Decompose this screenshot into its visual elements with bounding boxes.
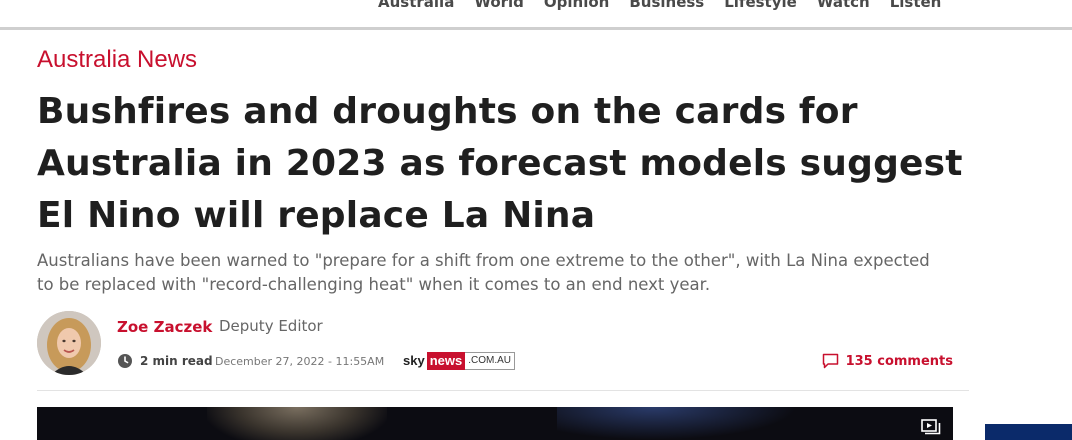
sky-news-logo: sky news .COM.AU — [401, 352, 515, 370]
video-playlist-icon[interactable] — [921, 419, 941, 435]
clock-icon — [118, 354, 132, 368]
logo-news: news — [426, 352, 466, 370]
nav-divider — [0, 27, 1072, 30]
nav-items: Australia World Opinion Business Lifesty… — [378, 0, 941, 11]
video-frame-shadow — [557, 407, 797, 440]
comments-count: 135 comments — [845, 353, 953, 369]
author-name[interactable]: Zoe Zaczek — [117, 318, 212, 336]
nav-item-lifestyle[interactable]: Lifestyle — [724, 0, 797, 11]
author-role: Deputy Editor — [219, 317, 323, 335]
top-navigation: Australia World Opinion Business Lifesty… — [0, 0, 1072, 27]
nav-item-australia[interactable]: Australia — [378, 0, 454, 11]
publish-date: December 27, 2022 - 11:55AM — [215, 355, 385, 368]
comment-icon — [822, 353, 838, 369]
nav-item-listen[interactable]: Listen — [890, 0, 942, 11]
nav-item-watch[interactable]: Watch — [817, 0, 870, 11]
author-avatar[interactable] — [37, 311, 101, 375]
nav-item-business[interactable]: Business — [629, 0, 704, 11]
video-frame-highlight — [207, 407, 387, 440]
byline-divider — [37, 390, 969, 391]
section-link[interactable]: Australia News — [37, 46, 197, 74]
logo-sky: sky — [403, 353, 425, 368]
author-photo — [37, 311, 101, 375]
logo-domain: .COM.AU — [465, 352, 515, 370]
nav-item-opinion[interactable]: Opinion — [544, 0, 609, 11]
article-headline: Bushfires and droughts on the cards for … — [37, 91, 963, 236]
nav-item-world[interactable]: World — [474, 0, 524, 11]
comments-link[interactable]: 135 comments — [822, 353, 953, 369]
sidebar-promo[interactable] — [985, 424, 1072, 440]
video-player[interactable] — [37, 407, 953, 440]
article-standfirst: Australians have been warned to "prepare… — [37, 251, 930, 294]
read-time: 2 min read — [140, 354, 213, 368]
